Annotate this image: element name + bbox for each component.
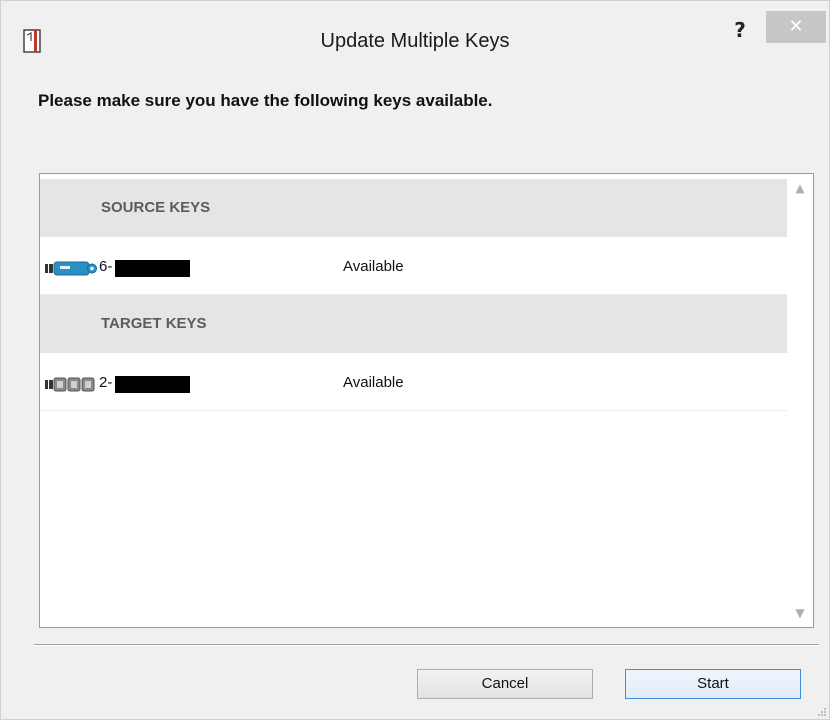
keys-list[interactable]: SOURCE KEYS 6- Available TARGET KEYS 2- … [39,173,814,628]
divider-highlight [34,645,819,646]
vertical-scrollbar[interactable]: ▲ ▼ [787,174,813,627]
list-item[interactable]: 2- Available [40,353,787,411]
redacted-key-number [115,376,190,393]
resize-grip-icon[interactable] [817,707,827,717]
list-item[interactable]: 6- Available [40,237,787,295]
close-button[interactable]: ✕ [766,11,826,43]
instruction-text: Please make sure you have the following … [38,91,493,110]
usb-key-blue-icon [45,261,97,276]
scroll-down-arrow-icon[interactable]: ▼ [787,599,813,627]
redacted-key-number [115,260,190,277]
cancel-button[interactable]: Cancel [417,669,593,699]
scroll-up-arrow-icon[interactable]: ▲ [787,174,813,202]
group-header-target-keys: TARGET KEYS [40,295,787,353]
usb-key-gray-icon [45,377,95,392]
key-id: 6- [99,258,113,275]
start-button[interactable]: Start [625,669,801,699]
key-id: 2- [99,374,113,391]
group-label: TARGET KEYS [101,315,207,332]
group-label: SOURCE KEYS [101,199,211,216]
title-bar[interactable]: Update Multiple Keys ? ✕ [1,1,829,79]
key-status: Available [343,258,404,275]
key-status: Available [343,374,404,391]
update-multiple-keys-dialog: Update Multiple Keys ? ✕ Please make sur… [0,0,830,720]
group-header-source-keys: SOURCE KEYS [40,179,787,237]
window-title: Update Multiple Keys [320,30,510,52]
help-button[interactable]: ? [729,18,751,42]
